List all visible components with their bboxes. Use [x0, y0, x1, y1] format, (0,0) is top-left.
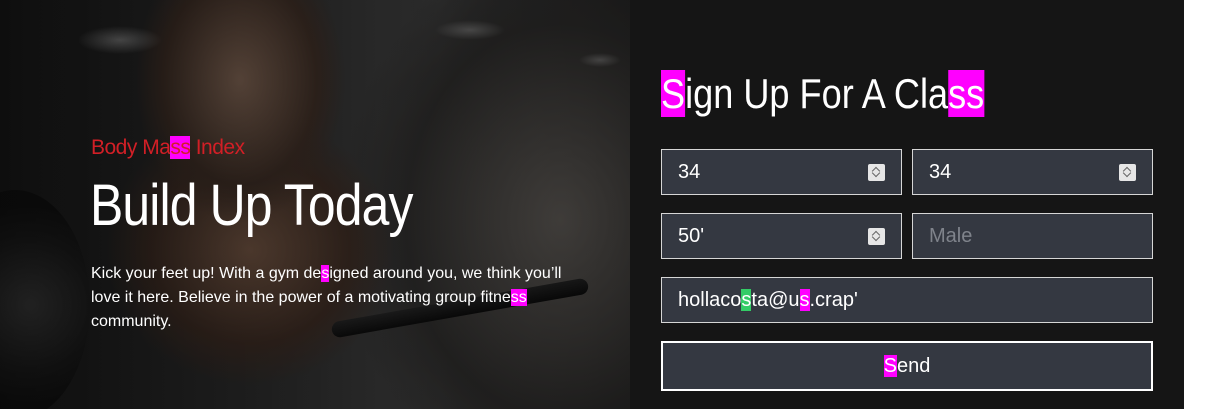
email-value-highlight: s — [799, 289, 810, 311]
number-field-1[interactable]: 34 — [661, 149, 902, 195]
email-value-part: .crap' — [809, 289, 858, 311]
email-field[interactable]: hollacosta@us.crap' — [661, 277, 1153, 323]
gender-field-placeholder: Male — [929, 225, 973, 247]
email-value-part: hollaco — [678, 289, 742, 311]
hero-subtitle: Body Mass Index — [91, 136, 245, 160]
number-field-2[interactable]: 34 — [912, 149, 1153, 195]
hero-subtitle-part: Body Ma — [91, 136, 171, 159]
form-title-highlight: ss — [948, 70, 985, 117]
email-value-part: ta@u — [751, 289, 800, 311]
form-title-highlight: S — [661, 70, 686, 117]
send-button-highlight: S — [883, 355, 897, 377]
hero-subtitle-part: Index — [190, 136, 245, 159]
spinner-icon[interactable] — [868, 228, 885, 245]
number-field-3[interactable]: 50' — [661, 213, 902, 259]
hero-description: Kick your feet up! With a gym designed a… — [91, 262, 591, 334]
form-title-part: ign Up For A Cla — [685, 70, 949, 117]
send-button-label: end — [896, 355, 931, 377]
hero-title: Build Up Today — [90, 173, 413, 238]
number-field-3-value: 50' — [678, 225, 705, 247]
hero-description-part: community. — [91, 313, 172, 330]
spinner-icon[interactable] — [868, 164, 885, 181]
gender-field[interactable]: Male — [912, 213, 1153, 259]
hero-section: Body Mass Index Build Up Today Kick your… — [0, 0, 630, 409]
hero-subtitle-highlight: ss — [170, 136, 191, 159]
hero-description-part: Kick your feet up! With a gym de — [91, 265, 322, 282]
send-button[interactable]: Send — [661, 341, 1153, 391]
number-field-1-value: 34 — [678, 161, 701, 183]
spinner-icon[interactable] — [1119, 164, 1136, 181]
number-field-2-value: 34 — [929, 161, 952, 183]
email-value-highlight: s — [741, 289, 752, 311]
form-title: Sign Up For A Class — [661, 70, 985, 118]
hero-description-highlight: ss — [510, 289, 527, 306]
signup-panel: Sign Up For A Class 34 34 50' Male holla… — [630, 0, 1184, 409]
